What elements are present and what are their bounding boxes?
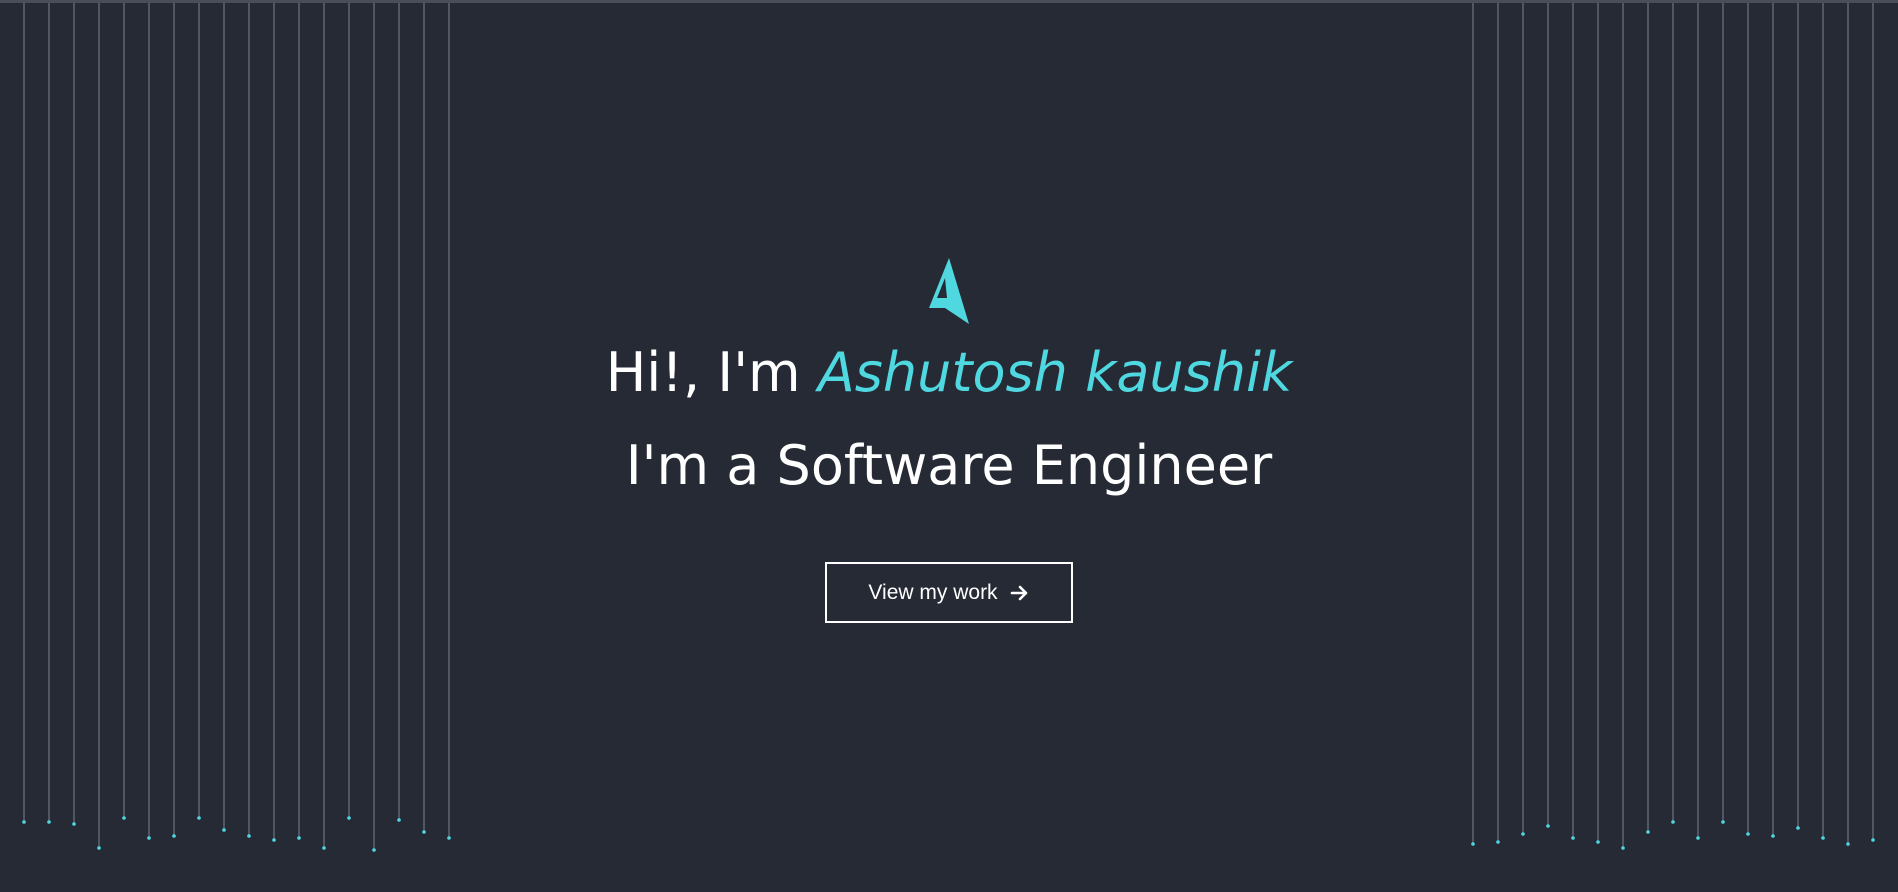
string-bead xyxy=(272,838,276,842)
hero-page: Hi!, I'm Ashutosh kaushik I'm a Software… xyxy=(0,0,1898,892)
role-heading: I'm a Software Engineer xyxy=(625,434,1273,497)
string-bead xyxy=(397,818,401,822)
string-bead xyxy=(1771,834,1775,838)
string-bead xyxy=(1696,836,1700,840)
hero-name: Ashutosh kaushik xyxy=(817,341,1293,404)
string-bead xyxy=(297,836,301,840)
string-bead xyxy=(1796,826,1800,830)
view-my-work-button[interactable]: View my work xyxy=(825,562,1073,623)
string-bead xyxy=(422,830,426,834)
string-bead xyxy=(172,834,176,838)
string-bead xyxy=(1596,840,1600,844)
string-bead xyxy=(1721,820,1725,824)
string-bead xyxy=(1646,830,1650,834)
string-bead xyxy=(1671,820,1675,824)
greeting-prefix: Hi!, I'm xyxy=(605,341,818,404)
string-bead xyxy=(1571,836,1575,840)
string-bead xyxy=(322,846,326,850)
string-bead xyxy=(1496,840,1500,844)
arrow-right-icon xyxy=(1010,585,1027,600)
string-bead xyxy=(1871,838,1875,842)
string-bead xyxy=(1746,832,1750,836)
string-bead xyxy=(222,828,226,832)
string-bead xyxy=(247,834,251,838)
string-bead xyxy=(1821,836,1825,840)
hero-section: Hi!, I'm Ashutosh kaushik I'm a Software… xyxy=(0,258,1898,623)
string-bead xyxy=(197,816,201,820)
string-bead xyxy=(372,848,376,852)
logo-icon xyxy=(929,258,969,324)
string-bead xyxy=(1846,842,1850,846)
string-bead xyxy=(347,816,351,820)
string-bead xyxy=(122,816,126,820)
string-bead xyxy=(22,820,26,824)
string-bead xyxy=(447,836,451,840)
string-bead xyxy=(47,820,51,824)
string-bead xyxy=(72,822,76,826)
string-bead xyxy=(147,836,151,840)
view-my-work-label: View my work xyxy=(868,580,998,604)
string-bead xyxy=(1546,824,1550,828)
string-bead xyxy=(1471,842,1475,846)
string-bead xyxy=(1621,846,1625,850)
greeting-heading: Hi!, I'm Ashutosh kaushik xyxy=(0,340,1898,406)
string-bead xyxy=(1521,832,1525,836)
string-bead xyxy=(97,846,101,850)
